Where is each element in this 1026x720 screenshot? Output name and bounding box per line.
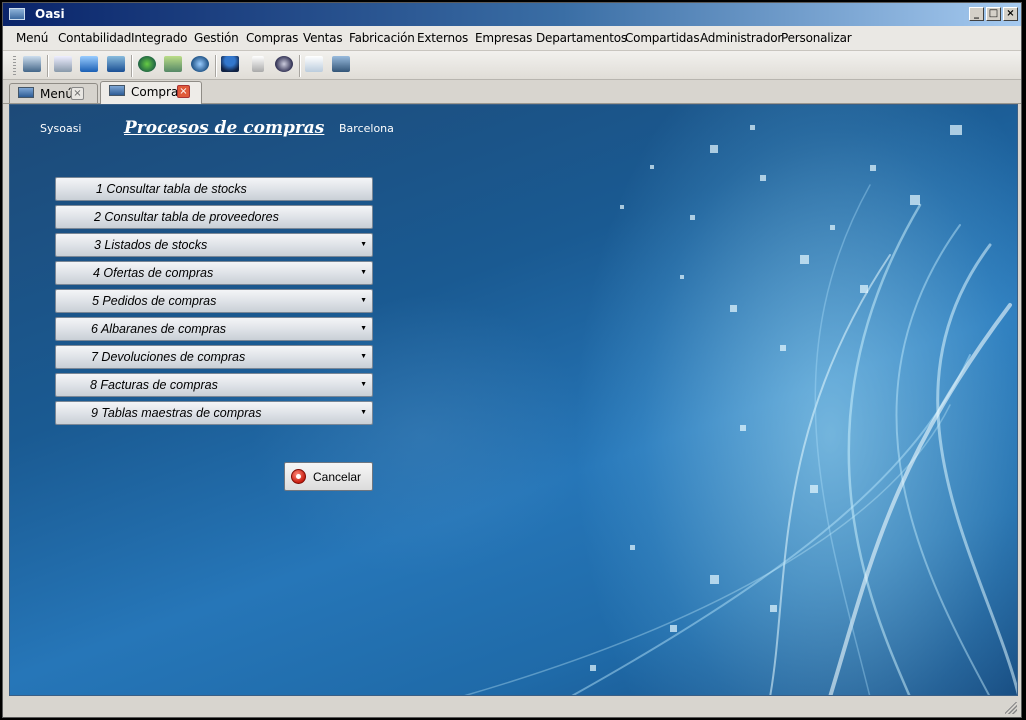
option-label: 2 Consultar tabla de proveedores xyxy=(94,210,279,224)
menu-menu[interactable]: Menú xyxy=(16,31,48,45)
cancel-label: Cancelar xyxy=(313,470,362,484)
window-title: Oasi xyxy=(35,7,65,21)
menu-fabricacion[interactable]: Fabricación xyxy=(349,31,415,45)
option-devoluciones-compras-button[interactable]: 7 Devoluciones de compras ▼ xyxy=(55,345,373,369)
toolbar-separator xyxy=(47,55,49,77)
menu-externos[interactable]: Externos xyxy=(417,31,468,45)
submenu-arrow-icon: ▼ xyxy=(360,241,367,248)
user-icon[interactable] xyxy=(221,56,239,72)
tab-compras-icon xyxy=(109,85,125,96)
toolbar-separator xyxy=(215,55,217,77)
app-window: Oasi _ □ × Menú Contabilidad Integrado G… xyxy=(2,2,1022,718)
toolbar xyxy=(3,51,1021,80)
display-icon[interactable] xyxy=(23,56,41,72)
submenu-arrow-icon: ▼ xyxy=(360,297,367,304)
current-location: Barcelona xyxy=(339,122,394,135)
scanner-icon[interactable] xyxy=(54,56,72,72)
submenu-arrow-icon: ▼ xyxy=(360,381,367,388)
option-tablas-maestras-button[interactable]: 9 Tablas maestras de compras ▼ xyxy=(55,401,373,425)
menu-personalizar[interactable]: Personalizar xyxy=(781,31,852,45)
tab-bar: Menú × Compras × xyxy=(3,80,1021,104)
option-pedidos-compras-button[interactable]: 5 Pedidos de compras ▼ xyxy=(55,289,373,313)
globe-icon[interactable] xyxy=(191,56,209,72)
submenu-arrow-icon: ▼ xyxy=(360,409,367,416)
menu-integrado[interactable]: Integrado xyxy=(131,31,187,45)
menu-administrador[interactable]: Administrador xyxy=(700,31,782,45)
current-user: Sysoasi xyxy=(40,122,82,135)
refresh-icon[interactable] xyxy=(164,56,182,72)
info-icon[interactable] xyxy=(275,56,293,72)
option-ofertas-compras-button[interactable]: 4 Ofertas de compras ▼ xyxy=(55,261,373,285)
tab-menu-label: Menú xyxy=(40,87,73,101)
toolbar-grip[interactable] xyxy=(13,56,16,76)
menu-gestion[interactable]: Gestión xyxy=(194,31,239,45)
minimize-button[interactable]: _ xyxy=(969,7,984,21)
tab-menu[interactable]: Menú × xyxy=(9,83,98,103)
monitor-icon[interactable] xyxy=(80,56,98,72)
option-consultar-proveedores-button[interactable]: 2 Consultar tabla de proveedores xyxy=(55,205,373,229)
option-facturas-compras-button[interactable]: 8 Facturas de compras ▼ xyxy=(55,373,373,397)
submenu-arrow-icon: ▼ xyxy=(360,353,367,360)
tab-menu-icon xyxy=(18,87,34,98)
status-bar xyxy=(3,698,1021,717)
menu-compras[interactable]: Compras xyxy=(246,31,298,45)
resize-grip-icon[interactable] xyxy=(1005,702,1017,714)
option-label: 8 Facturas de compras xyxy=(90,378,218,392)
cancel-icon xyxy=(291,469,306,484)
option-label: 5 Pedidos de compras xyxy=(92,294,217,308)
menu-compartidas[interactable]: Compartidas xyxy=(625,31,700,45)
tab-compras[interactable]: Compras × xyxy=(100,81,202,104)
toolbar-separator xyxy=(299,55,301,77)
tab-menu-close-icon[interactable]: × xyxy=(71,87,84,100)
option-listados-stocks-button[interactable]: 3 Listados de stocks ▼ xyxy=(55,233,373,257)
page-title: Procesos de compras xyxy=(124,118,325,138)
window-controls: _ □ × xyxy=(969,7,1018,21)
menu-ventas[interactable]: Ventas xyxy=(303,31,343,45)
clipboard-icon[interactable] xyxy=(252,56,264,72)
menu-departamentos[interactable]: Departamentos xyxy=(536,31,627,45)
option-label: 4 Ofertas de compras xyxy=(93,266,214,280)
close-window-button[interactable]: × xyxy=(1003,7,1018,21)
menu-empresas[interactable]: Empresas xyxy=(475,31,532,45)
maximize-button[interactable]: □ xyxy=(986,7,1001,21)
submenu-arrow-icon: ▼ xyxy=(360,325,367,332)
gear-green-icon[interactable] xyxy=(138,56,156,72)
menu-bar: Menú Contabilidad Integrado Gestión Comp… xyxy=(3,26,1021,51)
option-consultar-stocks-button[interactable]: 1 Consultar tabla de stocks xyxy=(55,177,373,201)
app-icon xyxy=(9,8,25,20)
window-icon[interactable] xyxy=(107,56,125,72)
option-albaranes-compras-button[interactable]: 6 Albaranes de compras ▼ xyxy=(55,317,373,341)
option-label: 9 Tablas maestras de compras xyxy=(91,406,262,420)
menu-contabilidad[interactable]: Contabilidad xyxy=(58,31,131,45)
book-icon[interactable] xyxy=(332,56,350,72)
content-area: Sysoasi Procesos de compras Barcelona 1 … xyxy=(9,104,1018,696)
cancel-button[interactable]: Cancelar xyxy=(284,462,373,491)
option-label: 6 Albaranes de compras xyxy=(91,322,227,336)
option-label: 1 Consultar tabla de stocks xyxy=(96,182,247,196)
toolbar-separator xyxy=(131,55,133,77)
tab-compras-close-icon[interactable]: × xyxy=(177,85,190,98)
submenu-arrow-icon: ▼ xyxy=(360,269,367,276)
option-label: 7 Devoluciones de compras xyxy=(91,350,246,364)
option-label: 3 Listados de stocks xyxy=(94,238,208,252)
title-bar[interactable]: Oasi _ □ × xyxy=(3,3,1021,26)
calendar-icon[interactable] xyxy=(305,56,323,72)
